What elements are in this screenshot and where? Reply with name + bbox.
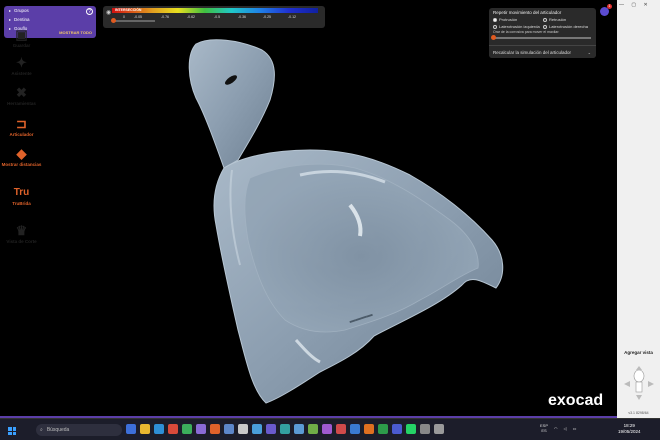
taskbar-app-icon[interactable] bbox=[154, 424, 164, 434]
articulator-panel-title: Repetir movimiento del articulador bbox=[493, 10, 562, 15]
color-scale-bar bbox=[112, 8, 318, 13]
dental-tray-3d-model[interactable]: ▬▬▬▬ bbox=[0, 0, 617, 416]
wizard-wand-icon: ✦ bbox=[16, 55, 27, 70]
radio-dot bbox=[543, 24, 547, 29]
radio-laterotrusion-left[interactable]: Laterotrusión izquierda bbox=[493, 24, 543, 29]
taskbar-app-icon[interactable] bbox=[210, 424, 220, 434]
taskbar-app-icon[interactable] bbox=[182, 424, 192, 434]
scale-range-slider[interactable] bbox=[111, 18, 155, 23]
exocad-window: ▬▬▬▬ ? ▸ Grupos ▸ Dentina ▸ Gouflo MOSTRAR … bbox=[0, 0, 660, 440]
sidebar-item-trubrida[interactable]: Tru TruBrida bbox=[0, 186, 43, 206]
exocad-logo: exocad bbox=[548, 392, 604, 409]
taskbar-app-icon[interactable] bbox=[322, 424, 332, 434]
radio-retrusion[interactable]: Retrusión bbox=[543, 17, 593, 22]
taskbar-app-icon[interactable] bbox=[238, 424, 248, 434]
slider-knob[interactable] bbox=[491, 35, 496, 40]
radio-dot bbox=[493, 17, 497, 22]
save-icon: ▣ bbox=[15, 27, 28, 42]
taskbar-app-icon[interactable] bbox=[364, 424, 374, 434]
articulator-icon: ⊐ bbox=[16, 116, 27, 131]
sidebar-item-guardar[interactable]: ▣ Guardar bbox=[0, 27, 43, 49]
taskbar-app-icon[interactable] bbox=[378, 424, 388, 434]
taskbar-app-icon[interactable] bbox=[224, 424, 234, 434]
scale-tick: -0.36 bbox=[238, 15, 246, 19]
windows-start-icon[interactable] bbox=[8, 427, 16, 435]
taskbar-app-icon[interactable] bbox=[252, 424, 262, 434]
radio-dot bbox=[543, 17, 547, 22]
taskbar-app-icon[interactable] bbox=[420, 424, 430, 434]
recalculate-simulation-button[interactable]: Recalcular la simulación del articulador… bbox=[489, 45, 596, 58]
windows-taskbar: ⌕ Búsqueda ESP ES ◠ ◁ ▭ 18:29 19/05/2024 bbox=[0, 418, 660, 440]
sidebar-item-asistente[interactable]: ✦ Asistente bbox=[0, 55, 43, 77]
scale-tick: -0.76 bbox=[161, 15, 169, 19]
notification-badge: 1 bbox=[607, 4, 612, 9]
view-navigation-widget[interactable] bbox=[621, 364, 657, 404]
taskbar-app-icon[interactable] bbox=[336, 424, 346, 434]
scale-tick: 0 bbox=[123, 15, 125, 19]
tray-language[interactable]: ESP ES bbox=[540, 423, 548, 433]
scale-tick: -0.5 bbox=[214, 15, 221, 19]
search-icon: ⌕ bbox=[40, 427, 43, 433]
wifi-icon[interactable]: ◠ bbox=[554, 426, 558, 431]
trubrida-icon: Tru bbox=[13, 187, 30, 198]
radio-dot bbox=[493, 24, 497, 29]
taskbar-app-icon[interactable] bbox=[168, 424, 178, 434]
taskbar-app-icon[interactable] bbox=[392, 424, 402, 434]
group-item[interactable]: ▸ Dentina bbox=[4, 15, 96, 24]
system-tray: ESP ES ◠ ◁ ▭ bbox=[540, 423, 576, 433]
taskbar-app-icon[interactable] bbox=[126, 424, 136, 434]
radio-protrusion[interactable]: Protrusión bbox=[493, 17, 543, 22]
scale-tick: -0.05 bbox=[134, 15, 142, 19]
taskbar-app-icon[interactable] bbox=[140, 424, 150, 434]
taskbar-app-icon[interactable] bbox=[406, 424, 416, 434]
taskbar-search-input[interactable]: ⌕ Búsqueda bbox=[36, 424, 122, 436]
maxilla-slider-label: Orar de la corrosiva para mover el maxil… bbox=[493, 30, 560, 34]
collapse-arrow-icon: ▸ bbox=[9, 8, 12, 13]
sidebar-item-herramientas[interactable]: ✖ Herramientas bbox=[0, 85, 43, 107]
maxilla-movement-slider[interactable] bbox=[491, 35, 591, 40]
add-view-button[interactable]: Agregar vista bbox=[617, 350, 660, 355]
right-toolbar bbox=[617, 0, 660, 418]
chevron-down-icon: ⌄ bbox=[587, 49, 591, 55]
taskbar-app-icon[interactable] bbox=[266, 424, 276, 434]
collapse-arrow-icon: ▸ bbox=[9, 17, 12, 22]
taskbar-clock[interactable]: 18:29 19/05/2024 bbox=[618, 423, 641, 435]
battery-icon[interactable]: ▭ bbox=[573, 426, 577, 431]
taskbar-app-icon[interactable] bbox=[294, 424, 304, 434]
taskbar-app-icon[interactable] bbox=[196, 424, 206, 434]
sidebar-item-vista-de-corte[interactable]: ♛ Vista de Corte bbox=[0, 223, 43, 245]
radio-laterotrusion-right[interactable]: Laterotrusión derecha bbox=[543, 24, 593, 29]
version-label: v3.1 8298/64 bbox=[628, 411, 649, 415]
volume-icon[interactable]: ◁ bbox=[564, 426, 567, 431]
taskbar-app-icon[interactable] bbox=[280, 424, 290, 434]
tools-icon: ✖ bbox=[16, 85, 27, 100]
slider-knob[interactable] bbox=[111, 18, 116, 23]
taskbar-app-icon[interactable] bbox=[350, 424, 360, 434]
cut-view-icon: ♛ bbox=[15, 223, 28, 238]
distances-icon: ◆ bbox=[16, 146, 27, 161]
group-item[interactable]: ▸ Grupos bbox=[4, 6, 96, 15]
show-all-button[interactable]: MOSTRAR TODO bbox=[59, 30, 92, 35]
color-scale-title: INTERSECCIÓN bbox=[115, 8, 142, 12]
sidebar-item-mostrar-distancias[interactable]: ◆ Mostrar distancias bbox=[0, 146, 43, 168]
taskbar-app-icon[interactable] bbox=[308, 424, 318, 434]
taskbar-apps bbox=[126, 424, 444, 434]
taskbar-app-icon[interactable] bbox=[434, 424, 444, 434]
scale-tick: -0.62 bbox=[187, 15, 195, 19]
sidebar-item-articulador[interactable]: ⊐ Articulador bbox=[0, 116, 43, 138]
window-controls[interactable]: — ▢ ✕ bbox=[619, 2, 651, 8]
scale-tick: -0.12 bbox=[288, 15, 296, 19]
scale-tick: -0.25 bbox=[263, 15, 271, 19]
